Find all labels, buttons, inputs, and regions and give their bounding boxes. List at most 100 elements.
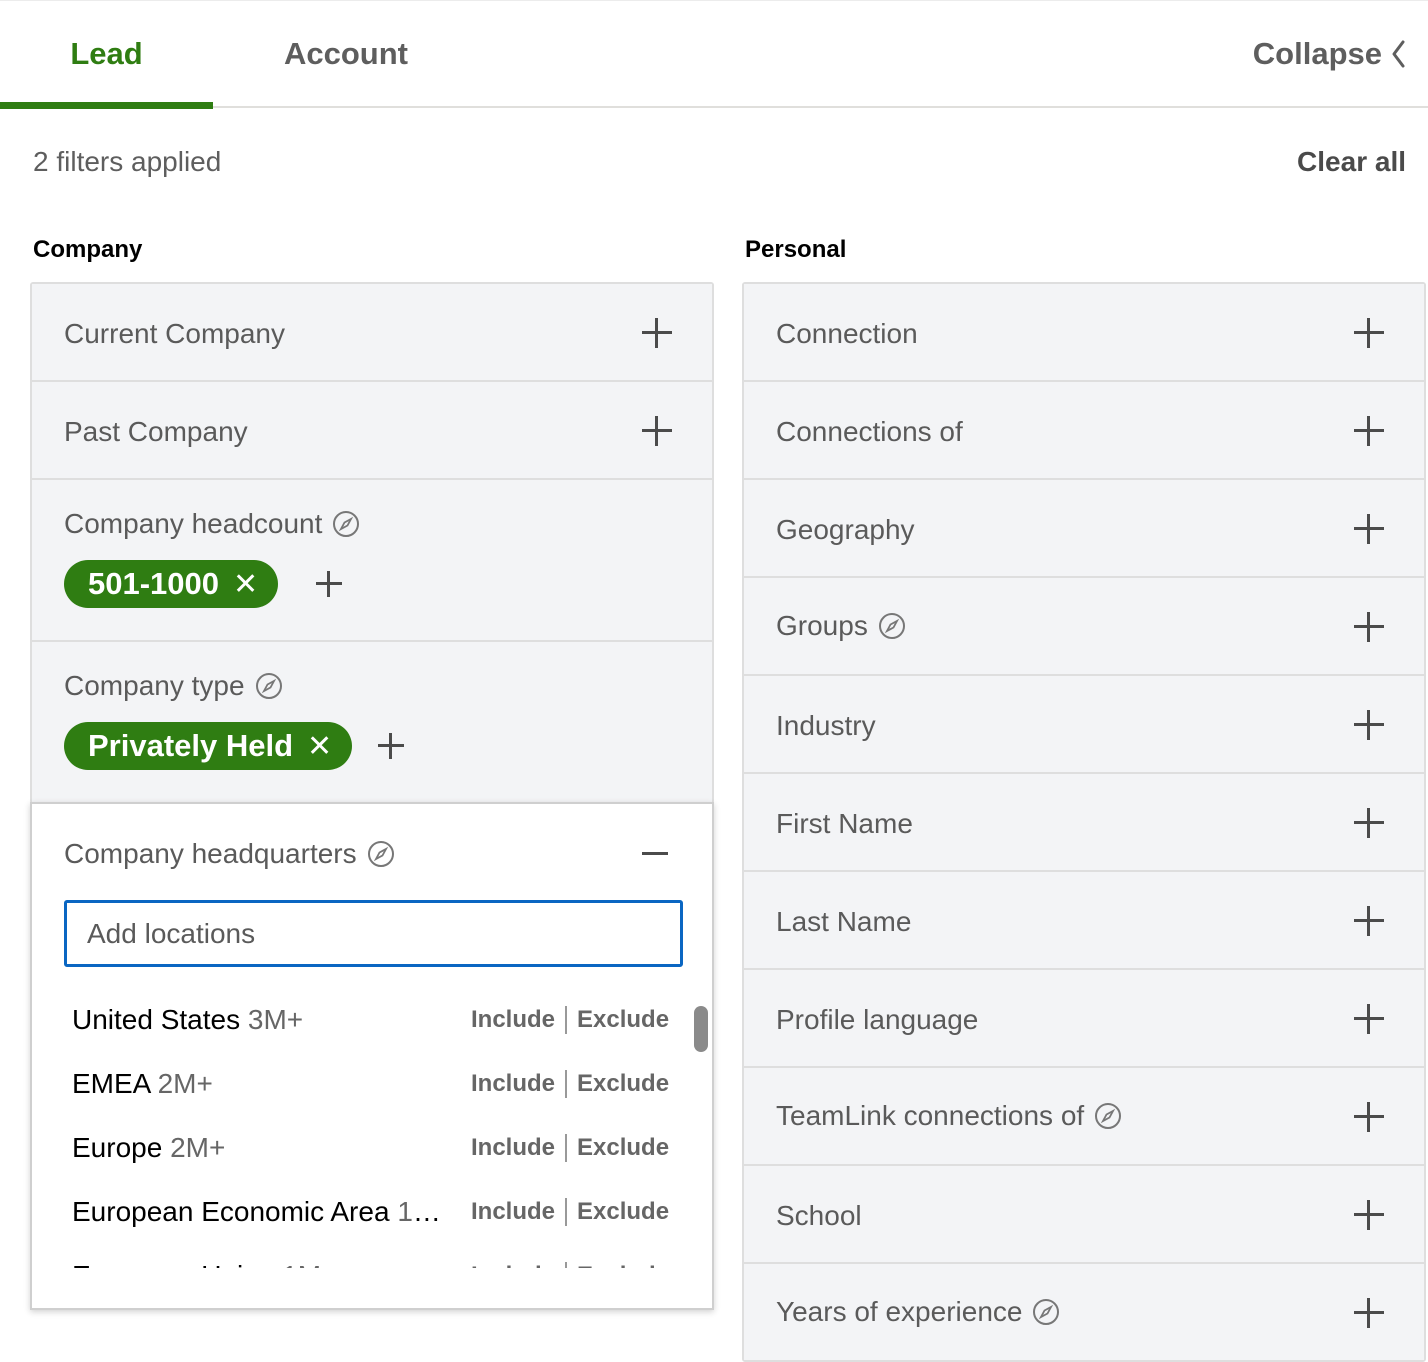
location-suggestions: United States 3M+ Include Exclude EMEA 2M… bbox=[32, 984, 712, 1268]
filter-label: TeamLink connections of bbox=[776, 1100, 1085, 1131]
filter-label: Last Name bbox=[776, 906, 912, 937]
chip-label: 501-1000 bbox=[88, 566, 220, 601]
collapse-label: Collapse bbox=[1252, 36, 1382, 71]
plus-icon[interactable] bbox=[1354, 1004, 1384, 1034]
include-button[interactable]: Include bbox=[471, 1006, 555, 1034]
filter-profile-language[interactable]: Profile language bbox=[744, 970, 1424, 1068]
include-button[interactable]: Include bbox=[471, 1134, 555, 1162]
plus-icon[interactable] bbox=[642, 416, 672, 446]
plus-icon[interactable] bbox=[1354, 808, 1384, 838]
exclude-button[interactable]: Exclude bbox=[577, 1006, 669, 1034]
collapse-button[interactable]: Collapse bbox=[1253, 1, 1406, 107]
selected-chip-company-type[interactable]: Privately Held ✕ bbox=[64, 722, 353, 770]
compass-icon bbox=[255, 673, 282, 699]
filter-label: First Name bbox=[776, 808, 913, 839]
filter-school[interactable]: School bbox=[744, 1166, 1424, 1264]
compass-icon bbox=[1095, 1103, 1122, 1129]
location-count: 1M+ bbox=[397, 1196, 442, 1227]
filter-label: Profile language bbox=[776, 1004, 979, 1035]
scrollbar[interactable] bbox=[694, 1006, 708, 1052]
filter-label: Past Company bbox=[64, 416, 248, 447]
add-locations-input[interactable] bbox=[64, 900, 683, 967]
compass-icon bbox=[1033, 1299, 1060, 1325]
location-count: 1M+ bbox=[282, 1260, 337, 1268]
filter-label: Years of experience bbox=[776, 1296, 1023, 1327]
plus-icon[interactable] bbox=[1354, 416, 1384, 446]
company-section-title: Company bbox=[33, 236, 143, 263]
plus-icon[interactable] bbox=[1354, 1200, 1384, 1230]
divider bbox=[565, 1262, 568, 1268]
clear-all-button[interactable]: Clear all bbox=[1297, 146, 1406, 178]
filter-label: Connection bbox=[776, 318, 918, 349]
divider bbox=[565, 1198, 568, 1226]
plus-icon[interactable] bbox=[1354, 318, 1384, 348]
filter-last-name[interactable]: Last Name bbox=[744, 872, 1424, 970]
exclude-button[interactable]: Exclude bbox=[577, 1262, 669, 1268]
include-button[interactable]: Include bbox=[471, 1198, 555, 1226]
plus-icon[interactable] bbox=[1354, 906, 1384, 936]
compass-icon bbox=[367, 841, 394, 867]
plus-icon[interactable] bbox=[1354, 1102, 1384, 1132]
filter-label: Industry bbox=[776, 710, 876, 741]
filter-connection[interactable]: Connection bbox=[744, 284, 1424, 382]
location-name: United States bbox=[72, 1004, 241, 1035]
plus-icon[interactable] bbox=[642, 318, 672, 348]
tab-account[interactable]: Account bbox=[260, 1, 432, 107]
exclude-button[interactable]: Exclude bbox=[577, 1198, 669, 1226]
divider bbox=[565, 1134, 568, 1162]
plus-icon[interactable] bbox=[1354, 710, 1384, 740]
filter-past-company[interactable]: Past Company bbox=[32, 382, 712, 480]
exclude-button[interactable]: Exclude bbox=[577, 1134, 669, 1162]
exclude-button[interactable]: Exclude bbox=[577, 1070, 669, 1098]
close-icon[interactable]: ✕ bbox=[307, 729, 332, 764]
location-name: Europe bbox=[72, 1132, 163, 1163]
add-company-type-plus-icon[interactable] bbox=[378, 733, 404, 759]
filters-applied-count: 2 filters applied bbox=[33, 146, 222, 177]
filter-first-name[interactable]: First Name bbox=[744, 774, 1424, 872]
location-count: 2M+ bbox=[157, 1068, 213, 1099]
filter-label: School bbox=[776, 1200, 862, 1231]
filter-label: Company headcount bbox=[64, 508, 323, 539]
filter-label: Current Company bbox=[64, 318, 285, 349]
close-icon[interactable]: ✕ bbox=[233, 567, 258, 602]
filter-connections-of[interactable]: Connections of bbox=[744, 382, 1424, 480]
divider bbox=[565, 1006, 568, 1034]
location-name: European Union bbox=[72, 1260, 274, 1268]
filter-label: Company headquarters bbox=[64, 838, 357, 869]
include-button[interactable]: Include bbox=[471, 1262, 555, 1268]
filter-industry[interactable]: Industry bbox=[744, 676, 1424, 774]
filter-company-type: Company type Privately Held ✕ bbox=[32, 642, 712, 806]
tab-lead[interactable]: Lead bbox=[0, 1, 213, 109]
location-name: European Economic Area bbox=[72, 1196, 390, 1227]
plus-icon[interactable] bbox=[1354, 514, 1384, 544]
selected-chip-headcount[interactable]: 501-1000 ✕ bbox=[64, 560, 279, 608]
location-count: 3M+ bbox=[247, 1004, 304, 1035]
plus-icon[interactable] bbox=[1354, 612, 1384, 642]
filter-label: Groups bbox=[776, 610, 868, 641]
personal-filters-panel: Connection Connections of Geography Grou… bbox=[742, 282, 1426, 1362]
location-count: 2M+ bbox=[170, 1132, 226, 1163]
location-name: EMEA bbox=[72, 1068, 150, 1099]
filter-teamlink-connections-of[interactable]: TeamLink connections of bbox=[744, 1068, 1424, 1166]
add-headcount-plus-icon[interactable] bbox=[316, 571, 342, 597]
list-item: European Economic Area 1M+ Include Exclud… bbox=[72, 1180, 672, 1244]
collapse-minus-icon[interactable] bbox=[642, 852, 668, 855]
list-item: EMEA 2M+ Include Exclude bbox=[72, 1052, 672, 1116]
filter-current-company[interactable]: Current Company bbox=[32, 284, 712, 382]
filter-label: Connections of bbox=[776, 416, 963, 447]
list-item: United States 3M+ Include Exclude bbox=[72, 988, 672, 1052]
filter-geography[interactable]: Geography bbox=[744, 480, 1424, 578]
filter-years-of-experience[interactable]: Years of experience bbox=[744, 1264, 1424, 1360]
filter-label: Geography bbox=[776, 514, 915, 545]
list-item: European Union 1M+ Include Exclude bbox=[72, 1244, 672, 1268]
personal-section-title: Personal bbox=[745, 236, 847, 263]
filter-groups[interactable]: Groups bbox=[744, 578, 1424, 676]
filter-label: Company type bbox=[64, 670, 245, 701]
filter-company-headquarters: Company headquarters United States 3M+ I… bbox=[30, 802, 714, 1310]
chip-label: Privately Held bbox=[88, 728, 294, 763]
plus-icon[interactable] bbox=[1354, 1298, 1384, 1328]
include-button[interactable]: Include bbox=[471, 1070, 555, 1098]
chevron-left-icon bbox=[1392, 40, 1405, 68]
filter-tabs: Lead Account Collapse bbox=[0, 0, 1428, 109]
compass-icon bbox=[878, 613, 905, 639]
